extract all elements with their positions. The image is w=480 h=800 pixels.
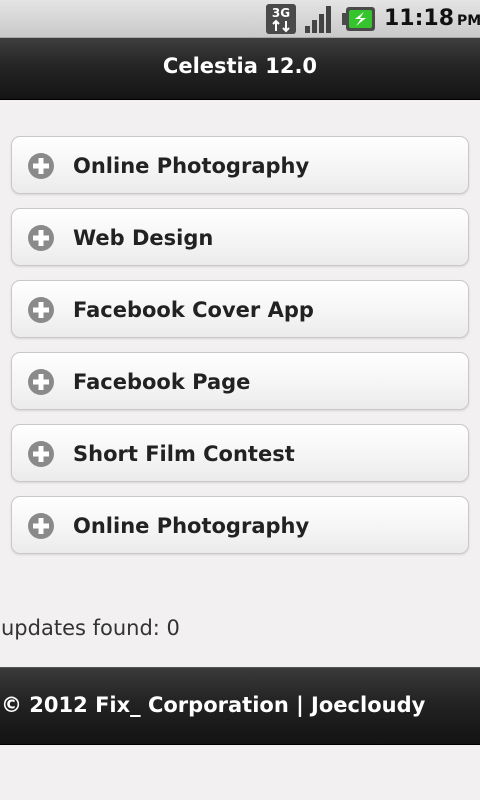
footer-copyright: © 2012 Fix_ Corporation | Joecloudy <box>1 693 426 717</box>
app-footer: © 2012 Fix_ Corporation | Joecloudy <box>0 667 480 745</box>
svg-text:3G: 3G <box>272 6 290 20</box>
plus-icon <box>28 369 54 395</box>
plus-icon <box>28 441 54 467</box>
list-item-facebook-page[interactable]: Facebook Page <box>11 352 469 410</box>
signal-strength-icon <box>305 6 331 33</box>
time-ampm: PM <box>457 13 480 29</box>
list-item-label: Short Film Contest <box>73 442 295 466</box>
list-item-facebook-cover-app[interactable]: Facebook Cover App <box>11 280 469 338</box>
plus-icon <box>28 297 54 323</box>
plus-icon <box>28 153 54 179</box>
list-item-label: Facebook Cover App <box>73 298 314 322</box>
battery-charging-icon <box>342 7 375 31</box>
list-item-label: Online Photography <box>73 154 310 178</box>
list-item-short-film-contest[interactable]: Short Film Contest <box>11 424 469 482</box>
list-item-label: Online Photography <box>73 514 310 538</box>
status-bar: 3G 11:18 PM <box>0 0 480 38</box>
3g-data-icon: 3G <box>266 4 296 34</box>
list-item-online-photography-2[interactable]: Online Photography <box>11 496 469 554</box>
list-item-web-design[interactable]: Web Design <box>11 208 469 266</box>
plus-icon <box>28 513 54 539</box>
page-title: Celestia 12.0 <box>162 54 318 78</box>
list-item-label: Facebook Page <box>73 370 251 394</box>
category-list: Online Photography Web Design Facebook C… <box>11 136 469 568</box>
app-header: Celestia 12.0 <box>0 38 480 100</box>
updates-count-text: updates found: 0 <box>1 616 180 640</box>
status-time: 11:18 PM <box>384 6 480 31</box>
list-item-label: Web Design <box>73 226 214 250</box>
plus-icon <box>28 225 54 251</box>
time-value: 11:18 <box>384 6 455 31</box>
list-item-online-photography[interactable]: Online Photography <box>11 136 469 194</box>
